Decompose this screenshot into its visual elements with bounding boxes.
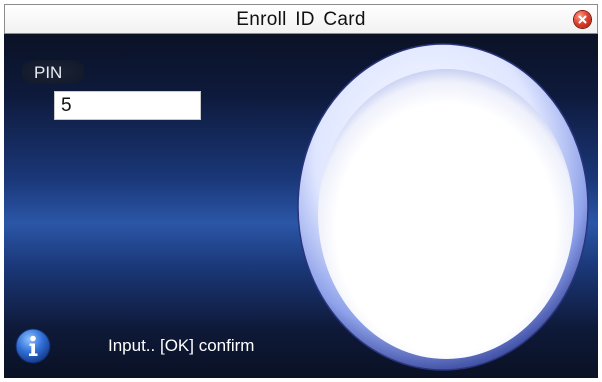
close-x-glyph (578, 15, 587, 24)
window-title: Enroll ID Card (236, 9, 366, 30)
card-reader-circle (297, 43, 589, 371)
pin-input[interactable] (54, 91, 201, 120)
info-icon (15, 328, 51, 364)
enroll-id-card-window: Enroll ID Card PIN 5 Input.. [OK] confir… (0, 0, 602, 382)
main-panel: PIN 5 Input.. [OK] confirm (4, 34, 598, 378)
title-bar: Enroll ID Card (4, 4, 598, 34)
pin-label: PIN (34, 63, 63, 82)
status-message: Input.. [OK] confirm (108, 336, 255, 355)
close-icon[interactable] (574, 11, 591, 28)
